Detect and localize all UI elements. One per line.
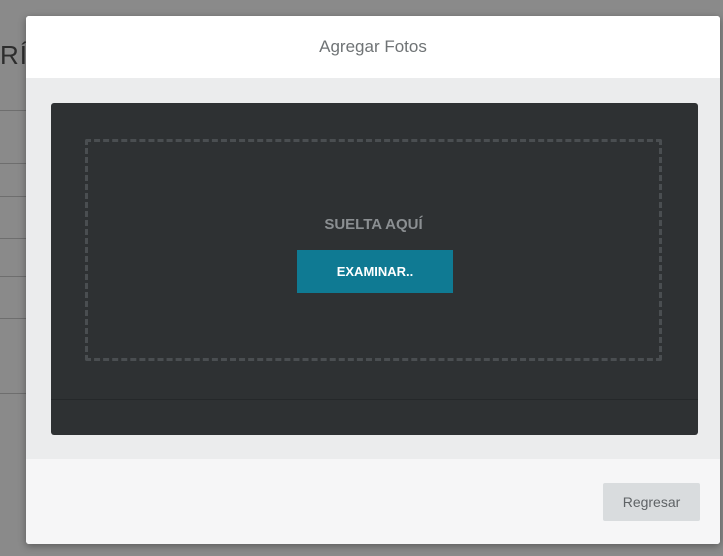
modal-header: Agregar Fotos [26,16,720,78]
browse-button[interactable]: EXAMINAR.. [297,250,453,293]
back-button[interactable]: Regresar [603,483,700,521]
add-photos-modal: Agregar Fotos SUELTA AQUÍ EXAMINAR.. Reg… [26,16,720,544]
modal-title: Agregar Fotos [319,37,427,56]
panel-divider [51,399,698,400]
drop-here-label: SUELTA AQUÍ [324,216,423,233]
background-page-title: RÍ [0,40,28,70]
modal-body: SUELTA AQUÍ EXAMINAR.. [26,78,720,459]
drop-zone[interactable]: SUELTA AQUÍ EXAMINAR.. [85,139,662,361]
modal-footer: Regresar [26,459,720,544]
upload-panel: SUELTA AQUÍ EXAMINAR.. [51,103,698,435]
